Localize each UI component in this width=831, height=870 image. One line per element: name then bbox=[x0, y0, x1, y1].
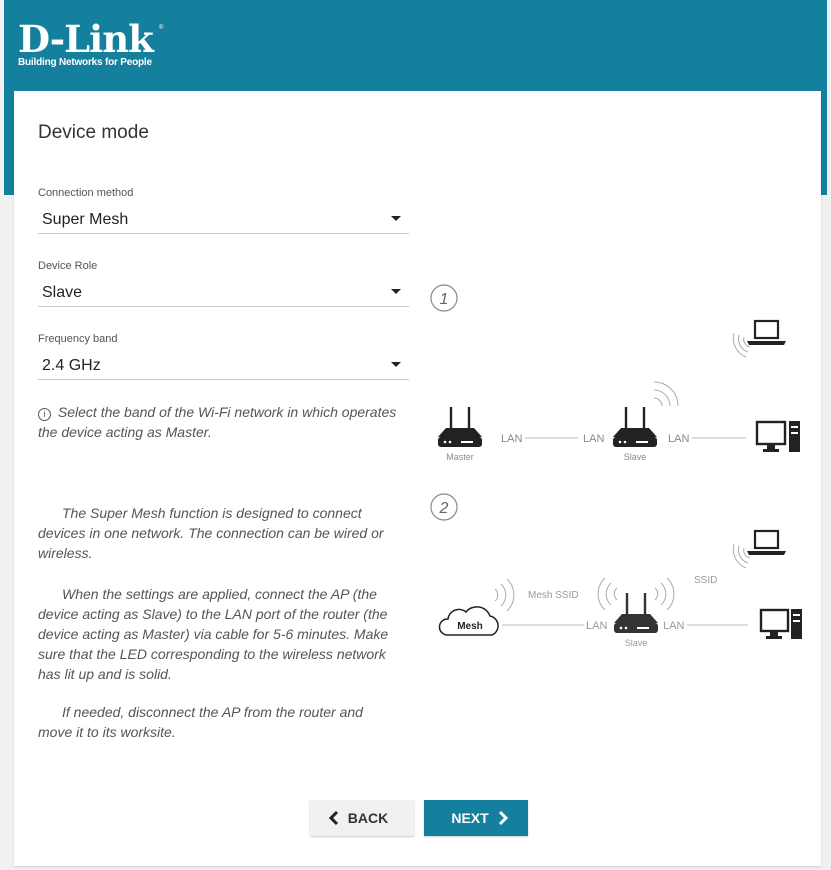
wifi-waves-icon bbox=[597, 577, 675, 611]
back-button-label: BACK bbox=[347, 810, 389, 826]
lan-label: LAN bbox=[586, 620, 607, 632]
dlink-logo: D-Link Building Networks for People ® bbox=[18, 17, 163, 69]
chevron-right-icon bbox=[498, 810, 508, 826]
next-button-label: NEXT bbox=[451, 810, 489, 826]
mesh-label: Mesh bbox=[457, 621, 483, 632]
next-button[interactable]: NEXT bbox=[424, 800, 528, 836]
device-role-value: Slave bbox=[42, 284, 83, 301]
wifi-waves-icon bbox=[653, 381, 679, 407]
page-title: Device mode bbox=[38, 122, 149, 143]
chevron-left-icon bbox=[328, 810, 338, 826]
wizard-card: Device mode Connection method Super Mesh… bbox=[14, 91, 821, 866]
slave-label: Slave bbox=[625, 638, 648, 648]
lan-label: LAN bbox=[668, 433, 689, 445]
mesh-cloud-icon: Mesh bbox=[438, 606, 499, 636]
hint-text: Select the band of the Wi-Fi network in … bbox=[38, 404, 397, 440]
step1-badge: 1 bbox=[430, 284, 458, 312]
desktop-pc-icon bbox=[759, 608, 802, 639]
lan-label: LAN bbox=[501, 433, 522, 445]
chevron-down-icon bbox=[391, 216, 401, 221]
logo-tagline: Building Networks for People bbox=[18, 57, 152, 68]
registered-mark-icon: ® bbox=[159, 25, 164, 31]
back-button[interactable]: BACK bbox=[310, 800, 414, 836]
connection-method-label: Connection method bbox=[38, 187, 134, 199]
lan-label: LAN bbox=[663, 620, 684, 632]
wifi-waves-icon bbox=[732, 332, 751, 358]
connection-method-select[interactable]: Connection method Super Mesh bbox=[38, 187, 409, 234]
frequency-band-label: Frequency band bbox=[38, 333, 118, 345]
description-paragraph: If needed, disconnect the AP from the ro… bbox=[38, 704, 363, 740]
slave-label: Slave bbox=[624, 452, 647, 462]
chevron-down-icon bbox=[391, 362, 401, 367]
device-role-select[interactable]: Device Role Slave bbox=[38, 260, 409, 307]
wifi-waves-icon bbox=[732, 543, 751, 569]
mesh-diagram: 1 Master LAN LAN Slave LAN 2 SSID Mesh M… bbox=[430, 284, 802, 648]
master-label: Master bbox=[446, 452, 474, 462]
wifi-waves-icon bbox=[494, 578, 515, 612]
mesh-ssid-label: Mesh SSID bbox=[528, 590, 579, 601]
frequency-band-value: 2.4 GHz bbox=[42, 357, 101, 374]
laptop-icon bbox=[747, 529, 786, 555]
logo-text: D-Link bbox=[18, 17, 154, 61]
desktop-pc-icon bbox=[755, 420, 800, 452]
description-paragraph: The Super Mesh function is designed to c… bbox=[38, 505, 384, 561]
info-icon: i bbox=[38, 408, 51, 421]
laptop-icon bbox=[747, 319, 786, 345]
step2-number: 2 bbox=[439, 500, 449, 517]
connection-method-value: Super Mesh bbox=[42, 211, 129, 228]
master-router-icon bbox=[438, 407, 482, 447]
frequency-band-select[interactable]: Frequency band 2.4 GHz bbox=[38, 333, 409, 380]
lan-label: LAN bbox=[583, 433, 604, 445]
step2-badge: 2 bbox=[430, 493, 458, 521]
slave-router-icon bbox=[614, 593, 658, 633]
chevron-down-icon bbox=[391, 289, 401, 294]
frequency-band-hint: i Select the band of the Wi-Fi network i… bbox=[38, 402, 410, 442]
step1-number: 1 bbox=[440, 291, 449, 308]
slave-router-icon bbox=[613, 407, 657, 447]
device-role-label: Device Role bbox=[38, 260, 98, 272]
ssid-label: SSID bbox=[694, 575, 717, 586]
description-paragraph: When the settings are applied, connect t… bbox=[38, 586, 389, 682]
